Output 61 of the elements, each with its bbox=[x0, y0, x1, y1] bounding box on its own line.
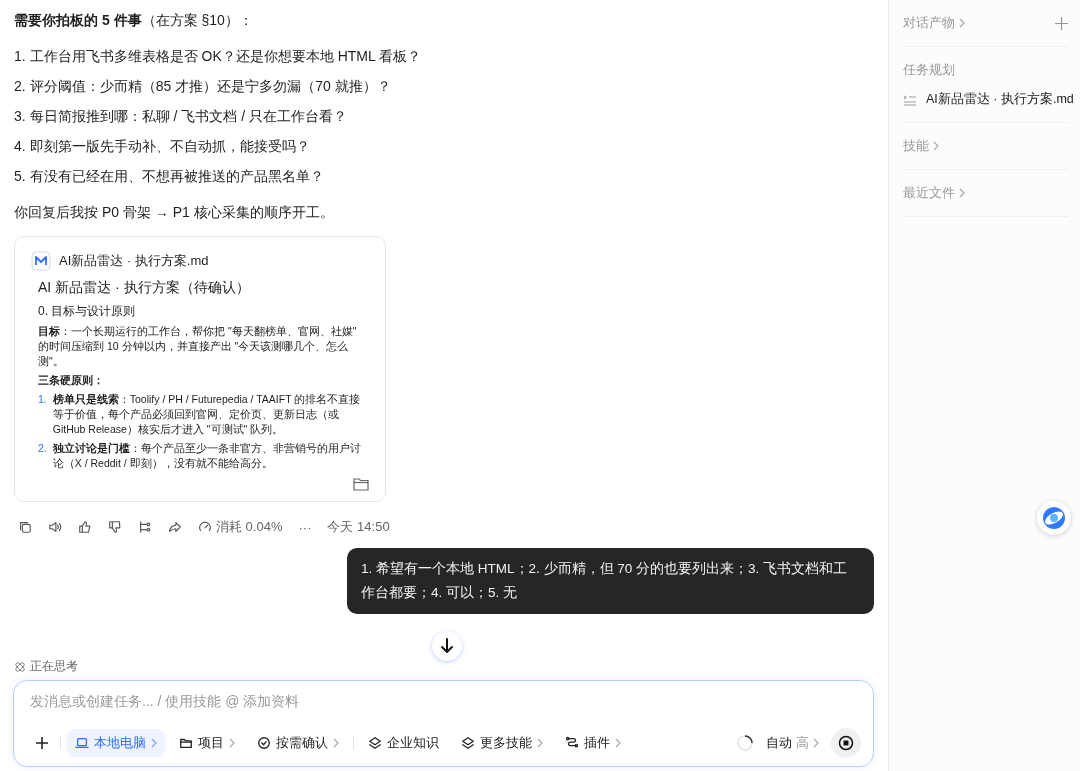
gauge-icon[interactable] bbox=[198, 520, 212, 534]
message-composer[interactable]: 发消息或创建任务... / 使用技能 @ 添加资料 本地电脑 项目 按需确认 企业知识 更多技能 插件 自动 高 bbox=[13, 680, 874, 767]
list-number: 5. bbox=[14, 167, 26, 186]
assistant-button[interactable] bbox=[1037, 501, 1071, 535]
document-label: 三条硬原则： bbox=[38, 373, 105, 388]
list-number: 2. bbox=[14, 77, 26, 96]
thumbs-up-icon[interactable] bbox=[78, 520, 92, 534]
section-heading: 0. 目标与设计原则 bbox=[38, 303, 137, 320]
mode-selector[interactable]: 自动 高 bbox=[760, 733, 825, 753]
share-icon[interactable] bbox=[168, 520, 182, 534]
atom-icon bbox=[14, 660, 26, 673]
thumbs-down-icon[interactable] bbox=[108, 520, 122, 534]
speaker-icon[interactable] bbox=[48, 520, 62, 534]
folder-icon bbox=[179, 736, 193, 750]
toolbar-button[interactable]: 项目 bbox=[171, 729, 243, 757]
plug-icon bbox=[565, 736, 579, 750]
list-item-text: 工作台用飞书多维表格是否 OK？还是你想要本地 HTML 看板？ bbox=[29, 47, 422, 66]
toolbar-button[interactable]: 更多技能 bbox=[453, 729, 551, 757]
toolbar-button[interactable]: 本地电脑 bbox=[67, 729, 165, 757]
document-paragraph: 独立讨论是门槛：每个产品至少一条非官方、非营销号的用户讨论（X / Reddit / 即刻），没有就不能给高分。 bbox=[52, 441, 362, 471]
stop-icon bbox=[838, 735, 854, 751]
document-paragraph: 目标：一个长期运行的工作台，帮你把 "每天翻榜单、官网、社媒" 的时间压缩到 10 分钟以内，并直接产出 "今天该测哪几个、怎么测"。 bbox=[38, 324, 358, 369]
layers-icon bbox=[368, 736, 382, 750]
list-item-text: 即刻第一版先手动补、不自动抓，能接受吗？ bbox=[29, 137, 310, 156]
thinking-status: 正在思考 bbox=[30, 658, 78, 675]
user-message-bubble: 1. 希望有一个本地 HTML；2. 少而精，但 70 分的也要列出来；3. 飞书文档和工作台都要；4. 可以；5. 无 bbox=[347, 548, 874, 614]
list-item-text: 每日简报推到哪：私聊 / 飞书文档 / 只在工作台看？ bbox=[29, 107, 348, 126]
message-text: 你回复后我按 P0 骨架 → P1 核心采集的顺序开工。 bbox=[14, 203, 335, 222]
file-name: AI新品雷达 · 执行方案.md bbox=[59, 252, 209, 270]
list-item-text: 评分阈值：少而精（85 才推）还是宁多勿漏（70 就推）？ bbox=[29, 77, 391, 96]
list-number: 4. bbox=[14, 137, 26, 156]
list-number: 1. bbox=[38, 392, 47, 407]
copy-icon[interactable] bbox=[18, 520, 32, 534]
document-paragraph: 榜单只是线索：Toolify / PH / Futurepedia / TAAIFT 的排名不直接等于价值，每个产品必须回到官网、定价页、更新日志（或 GitHub Release）核实后才进入 "可测试" 队列。 bbox=[52, 392, 362, 437]
list-icon bbox=[903, 93, 917, 106]
list-number: 3. bbox=[14, 107, 26, 126]
message-heading: 需要你拍板的 5 件事（在方案 §10）： bbox=[14, 11, 254, 30]
scroll-down-button[interactable] bbox=[432, 631, 462, 661]
toolbar-button[interactable]: 按需确认 bbox=[249, 729, 347, 757]
sidebar-file-item[interactable]: AI新品雷达 · 执行方案.md bbox=[903, 91, 1074, 108]
stop-button[interactable] bbox=[831, 728, 861, 758]
usage-text: 消耗 0.04% bbox=[216, 518, 283, 536]
more-button[interactable]: ··· bbox=[298, 519, 312, 535]
chevron-icon bbox=[813, 738, 819, 748]
branch-icon[interactable] bbox=[138, 520, 152, 534]
document-title: AI 新品雷达 · 执行方案（待确认） bbox=[38, 279, 251, 297]
document-card[interactable] bbox=[14, 236, 386, 502]
list-item-text: 有没有已经在用、不想再被推送的产品黑名单？ bbox=[29, 167, 324, 186]
markdown-file-icon bbox=[31, 251, 51, 271]
laptop-icon bbox=[75, 736, 89, 750]
toolbar-button[interactable]: 企业知识 bbox=[360, 729, 447, 757]
list-number: 1. bbox=[14, 47, 26, 66]
loading-spinner-icon bbox=[736, 734, 754, 752]
check-circle-icon bbox=[257, 736, 271, 750]
toolbar-button[interactable]: 插件 bbox=[557, 729, 629, 757]
list-number: 2. bbox=[38, 441, 47, 456]
timestamp: 今天 14:50 bbox=[327, 518, 390, 536]
layers-icon bbox=[461, 736, 475, 750]
arrow-down-icon bbox=[440, 638, 454, 654]
message-input[interactable]: 发消息或创建任务... / 使用技能 @ 添加资料 bbox=[30, 693, 861, 709]
folder-icon[interactable] bbox=[353, 477, 369, 491]
